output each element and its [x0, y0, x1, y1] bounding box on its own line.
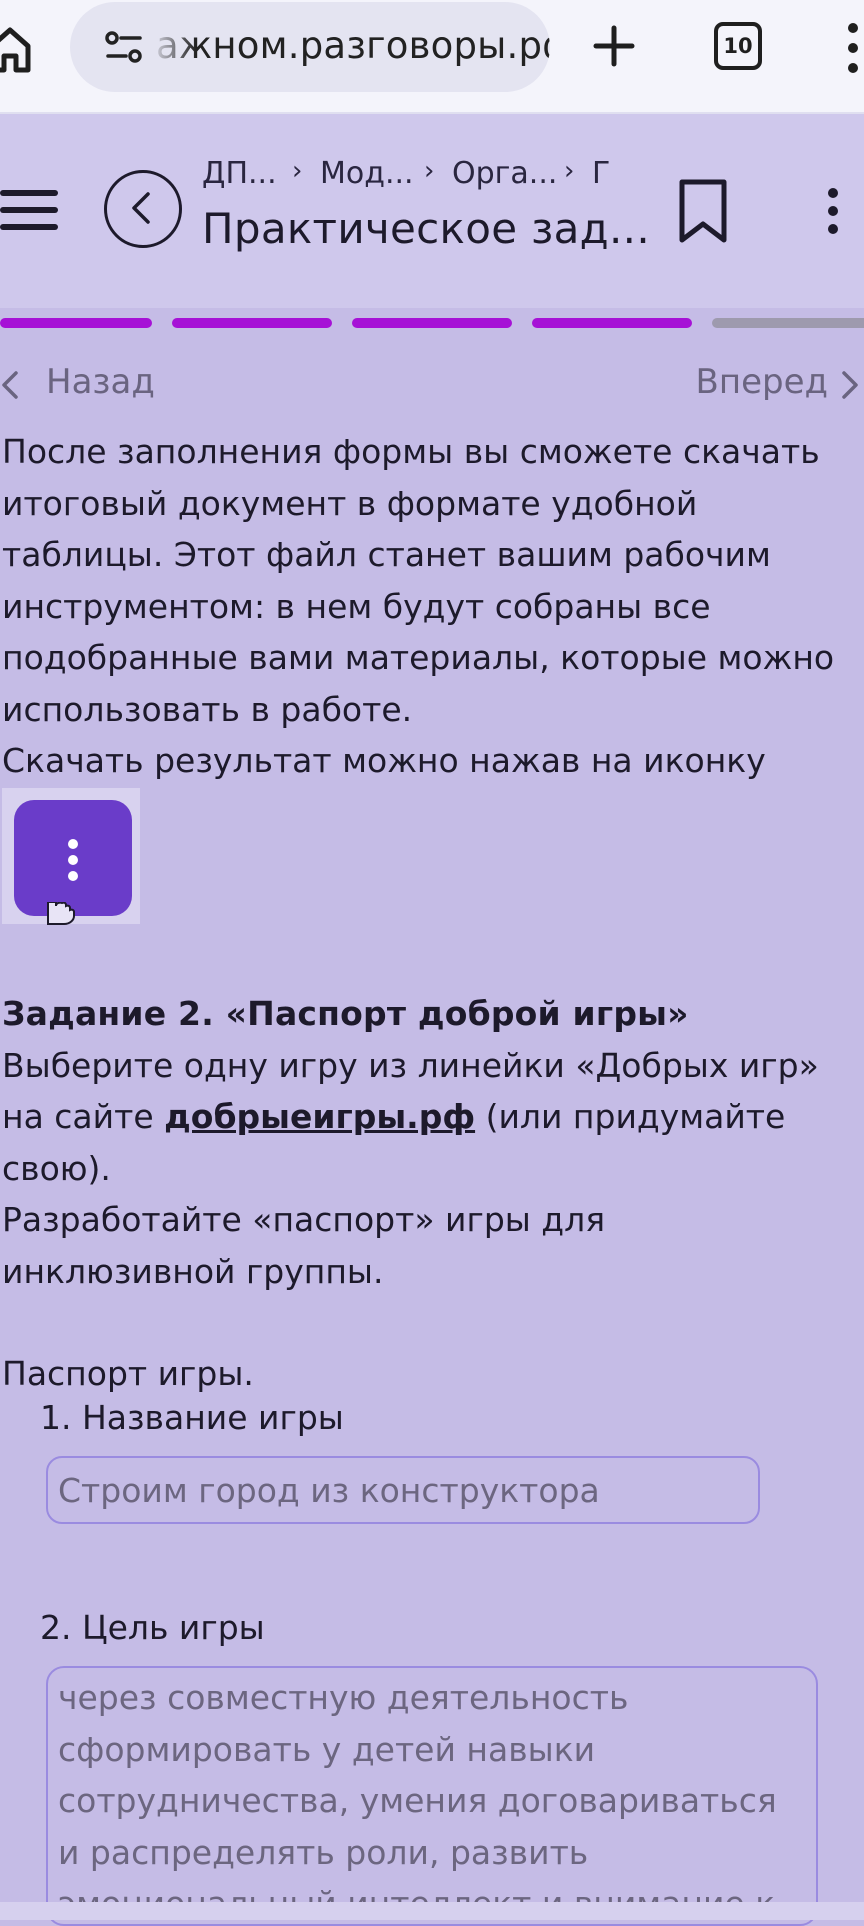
lesson-content: После заполнения формы вы сможете скачат…	[2, 426, 848, 787]
task-description: Выберите одну игру из линейки «Добрых иг…	[2, 1040, 848, 1195]
breadcrumb: ДП... › Мод... › Орга... › Г	[202, 156, 662, 196]
menu-icon-button-image	[14, 800, 132, 916]
hamburger-menu-icon[interactable]	[0, 188, 58, 232]
url-text[interactable]: ажном.разговоры.рф	[156, 24, 550, 67]
download-hint: Скачать результат можно нажав на иконку	[2, 741, 766, 780]
prev-label: Назад	[46, 362, 155, 402]
progress-step-3[interactable]	[352, 318, 512, 328]
page-title: Практическое зад...	[202, 204, 650, 253]
vertical-dots-icon	[68, 839, 78, 881]
browser-toolbar: ажном.разговоры.рф 10	[0, 0, 864, 114]
site-settings-icon[interactable]	[104, 30, 144, 64]
lesson-progress	[0, 318, 864, 328]
bottom-fade	[0, 1902, 864, 1920]
task-2: Задание 2. «Паспорт доброй игры» Выберит…	[2, 988, 848, 1297]
next-label: Вперед	[695, 362, 828, 402]
breadcrumb-item-2[interactable]: Мод...	[320, 156, 414, 191]
breadcrumb-separator-icon: ›	[424, 156, 435, 186]
site-link[interactable]: добрыеигры.рф	[164, 1097, 475, 1136]
game-goal-textarea[interactable]: через совместную деятельность сформирова…	[46, 1666, 818, 1926]
home-icon[interactable]	[0, 24, 32, 74]
task-description-2: Разработайте «паспорт» игры для инклюзив…	[2, 1200, 606, 1291]
passport-title: Паспорт игры.	[2, 1354, 254, 1393]
chevron-left-icon	[132, 192, 150, 224]
field-label-game-name: 1. Название игры	[40, 1398, 344, 1437]
progress-step-4[interactable]	[532, 318, 692, 328]
breadcrumb-separator-icon: ›	[564, 156, 575, 186]
field-label-game-goal: 2. Цель игры	[40, 1608, 265, 1647]
breadcrumb-item-1[interactable]: ДП...	[202, 156, 277, 191]
breadcrumb-item-4[interactable]: Г	[592, 156, 610, 191]
chevron-left-icon	[2, 371, 18, 399]
progress-step-5[interactable]	[712, 318, 864, 328]
progress-step-1[interactable]	[0, 318, 152, 328]
address-bar[interactable]: ажном.разговоры.рф	[70, 2, 550, 92]
chevron-right-icon	[842, 371, 858, 399]
tab-switcher-button[interactable]: 10	[714, 22, 762, 70]
header-back-button[interactable]	[104, 170, 182, 248]
breadcrumb-item-3[interactable]: Орга...	[452, 156, 557, 191]
next-button[interactable]: Вперед	[664, 360, 864, 410]
game-name-input[interactable]	[46, 1456, 760, 1524]
hand-cursor-icon	[47, 902, 75, 925]
progress-step-2[interactable]	[172, 318, 332, 328]
more-options-icon[interactable]	[822, 186, 844, 236]
url-fade	[150, 2, 196, 92]
browser-menu-icon[interactable]	[842, 20, 864, 76]
intro-paragraph: После заполнения формы вы сможете скачат…	[2, 432, 835, 729]
new-tab-icon[interactable]	[592, 24, 636, 68]
bookmark-icon[interactable]	[676, 178, 730, 244]
breadcrumb-separator-icon: ›	[292, 156, 303, 186]
task-title: Задание 2. «Паспорт доброй игры»	[2, 994, 689, 1033]
